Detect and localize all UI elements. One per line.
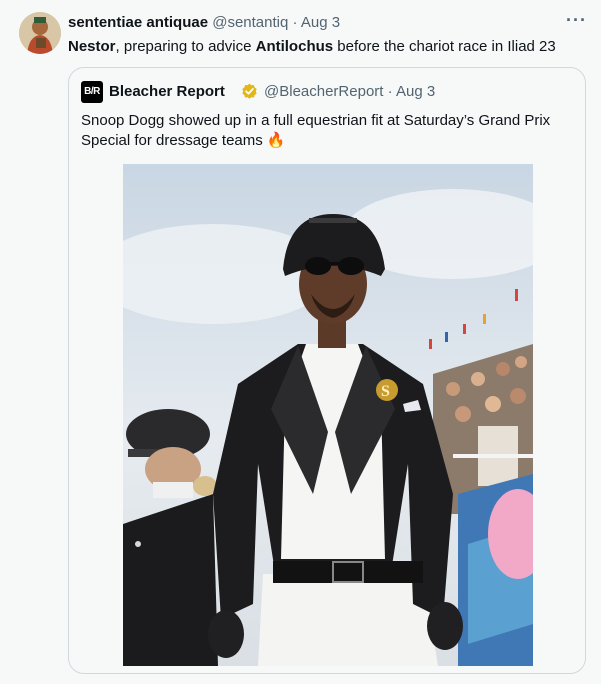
meta-separator: · [292,14,298,31]
tweet-text: Nestor, preparing to advice Antilochus b… [68,38,556,55]
tweet-header: sententiae antiquae @sentantiq · Aug 3 [68,14,340,31]
meta-separator: · [387,83,393,100]
avatar-illustration [19,12,61,54]
mention-nestor: Nestor [68,38,116,55]
quoted-tweet-photo[interactable]: S [123,164,533,666]
quoted-tweet[interactable]: B/R Bleacher Report @BleacherReport · Au… [68,67,586,674]
quoted-tweet-time[interactable]: Aug 3 [396,83,435,100]
quoted-meta: @BleacherReport · Aug 3 [264,83,435,100]
mention-antilochus: Antilochus [255,38,334,55]
tweet-text-part: , preparing to advice [115,38,256,55]
bleacher-report-logo[interactable]: B/R [81,81,103,103]
tweet-time[interactable]: Aug 3 [301,14,340,31]
quoted-author-name[interactable]: Bleacher Report [109,83,225,100]
tweet-text-part: before the chariot race in Iliad 23 [333,38,556,55]
author-name[interactable]: sententiae antiquae [68,14,208,31]
quoted-author-handle[interactable]: @BleacherReport [264,83,383,100]
more-options-icon[interactable]: ··· [566,10,587,31]
verified-badge-icon [242,83,257,99]
quoted-tweet-text: Snoop Dogg showed up in a full equestria… [81,112,551,149]
photo-monogram: S [381,383,390,400]
tweet[interactable]: sententiae antiquae @sentantiq · Aug 3 ·… [0,0,601,684]
author-handle[interactable]: @sentantiq [212,14,288,31]
author-avatar[interactable] [19,12,61,54]
photo-illustration: S [123,164,533,666]
